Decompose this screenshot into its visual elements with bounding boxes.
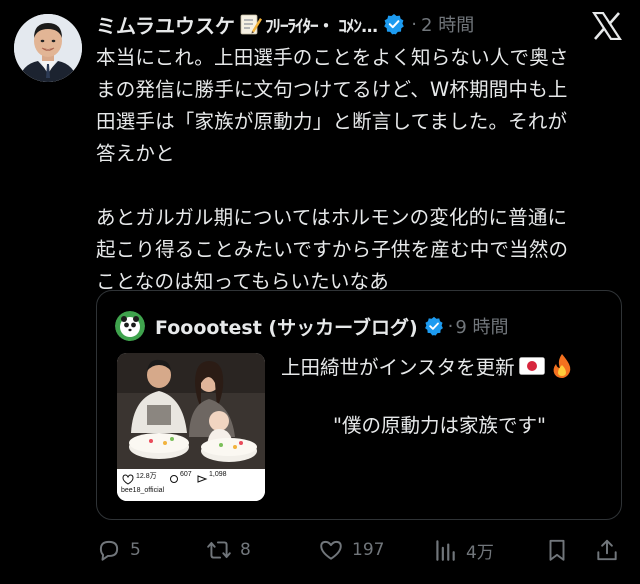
quoted-tweet-card[interactable]: Fooootest (サッカーブログ) · 9 時間 12.8万 607 1,0… <box>96 290 622 520</box>
repost-icon <box>207 541 231 559</box>
tweet-header: ミムラユウスケ ﾌﾘｰﾗｲﾀｰ・ ｺﾒﾝ... · 2 時間 <box>96 8 474 40</box>
body-line: 答えかと <box>96 142 175 165</box>
bookmark-icon <box>549 539 565 561</box>
quote-author-name[interactable]: Fooootest (サッカーブログ) <box>155 313 418 340</box>
body-line: あとガルガル期についてはホルモンの変化的に普通に <box>96 206 568 229</box>
quote-photo[interactable]: 12.8万 607 1,098 bee18_official <box>117 353 265 501</box>
reply-icon <box>99 540 119 561</box>
quote-header: Fooootest (サッカーブログ) · 9 時間 <box>155 311 509 341</box>
author-bio-name[interactable]: ﾌﾘｰﾗｲﾀｰ・ ｺﾒﾝ... <box>265 12 378 37</box>
separator-dot: · <box>447 315 454 337</box>
ig-comments: 607 <box>180 471 192 478</box>
tweet: ミムラユウスケ ﾌﾘｰﾗｲﾀｰ・ ｺﾒﾝ... · 2 時間 本当にこれ。上田選… <box>0 0 640 584</box>
ig-shares: 1,098 <box>209 471 227 478</box>
quote-author-avatar[interactable] <box>115 311 145 341</box>
share-icon <box>597 539 617 561</box>
views-chart-icon <box>436 540 455 561</box>
reply-count: 5 <box>130 540 141 560</box>
quote-title: 上田綺世がインスタを更新 <box>281 351 573 380</box>
verified-badge-icon <box>424 316 443 336</box>
ig-likes: 12.8万 <box>136 473 157 480</box>
like-count: 197 <box>352 540 385 560</box>
views-button[interactable]: 4万 <box>432 532 494 568</box>
fire-icon <box>553 353 570 378</box>
separator-dot: · <box>411 13 418 35</box>
quote-time[interactable]: 9 時間 <box>455 313 508 339</box>
views-count: 4万 <box>466 542 494 563</box>
body-line: 田選手は「家族が原動力」と断言してました。それが <box>96 110 568 133</box>
body-line: 起こり得ることみたいですから子供を産む中で当然の <box>96 238 569 261</box>
x-logo-icon[interactable] <box>591 11 623 41</box>
like-button[interactable]: 197 <box>318 532 384 568</box>
bookmark-button[interactable] <box>544 532 570 568</box>
japan-flag-icon <box>518 356 545 375</box>
author-name[interactable]: ミムラユウスケ <box>96 10 235 39</box>
repost-button[interactable]: 8 <box>206 532 251 568</box>
repost-count: 8 <box>240 540 251 560</box>
body-line: 本当にこれ。上田選手のことをよく知らない人で奥さ <box>96 46 569 69</box>
verified-badge-icon <box>383 13 405 35</box>
action-bar: 5 8 197 4万 <box>96 532 626 568</box>
body-line: まの発信に勝手に文句つけてるけど、W杯期間中も上 <box>96 78 568 101</box>
ig-account: bee18_official <box>121 487 165 494</box>
heart-icon <box>320 540 342 560</box>
quote-title-text: 上田綺世がインスタを更新 <box>281 356 515 379</box>
quote-statement: "僕の原動力は家族です" <box>333 414 546 437</box>
author-avatar[interactable] <box>14 14 82 82</box>
tweet-body: 本当にこれ。上田選手のことをよく知らない人で奥さ まの発信に勝手に文句つけてるけ… <box>96 42 621 298</box>
share-button[interactable] <box>594 532 620 568</box>
tweet-time[interactable]: 2 時間 <box>421 11 474 37</box>
memo-icon <box>239 12 263 36</box>
reply-button[interactable]: 5 <box>96 532 141 568</box>
